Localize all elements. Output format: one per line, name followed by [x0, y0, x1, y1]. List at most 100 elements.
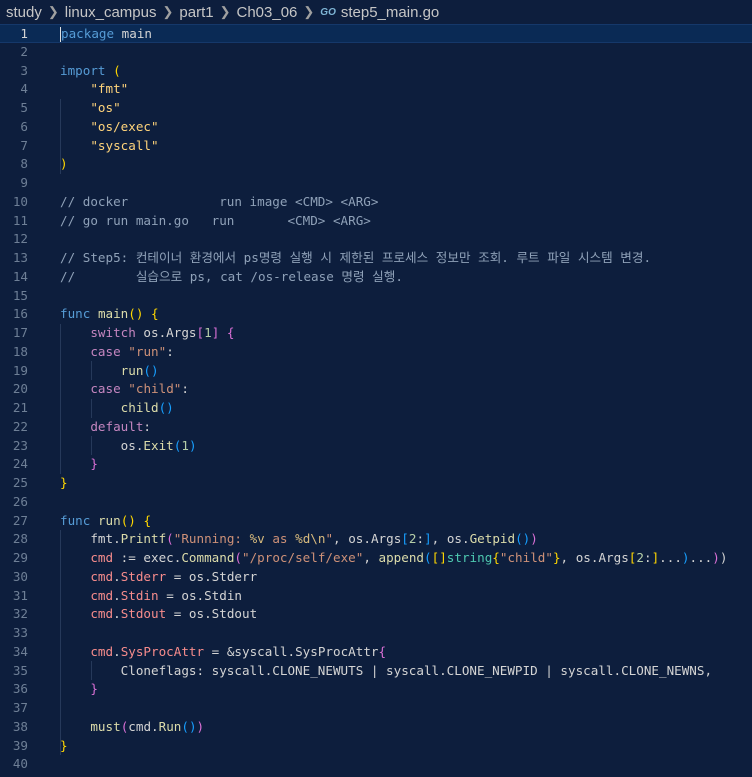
code-line[interactable]: 14 // 실습으로 ps, cat /os-release 명령 실행.: [0, 268, 752, 287]
breadcrumb-item-ch03-06[interactable]: Ch03_06: [237, 4, 298, 21]
code-token: :: [643, 550, 652, 565]
code-text: os.Exit(1): [60, 437, 197, 456]
code-token: Stdin: [120, 587, 159, 603]
code-line[interactable]: 28 fmt.Printf("Running: %v as %d\n", os.…: [0, 530, 752, 549]
code-text: import (: [60, 62, 121, 81]
code-line[interactable]: 10 // docker run image <CMD> <ARG>: [0, 193, 752, 212]
code-line[interactable]: 21 child(): [0, 399, 752, 418]
code-token: {: [143, 512, 152, 528]
code-token: child: [120, 400, 159, 415]
code-token: main: [114, 26, 152, 41]
code-text: "os": [60, 99, 121, 118]
code-line[interactable]: 11 // go run main.go run <CMD> <ARG>: [0, 212, 752, 231]
code-token: "child": [499, 550, 553, 565]
code-text: "os/exec": [60, 118, 158, 137]
code-line[interactable]: 39}: [0, 737, 752, 756]
code-token: = os.Stdin: [158, 587, 243, 603]
code-token: ): [60, 156, 68, 172]
code-token: ): [719, 550, 728, 565]
code-line[interactable]: 6 "os/exec": [0, 118, 752, 137]
code-line[interactable]: 40: [0, 755, 752, 774]
code-token: "fmt": [90, 81, 129, 97]
breadcrumb-file[interactable]: step5_main.go: [341, 4, 439, 21]
code-token: cmd: [90, 568, 114, 584]
code-token: := exec.: [113, 550, 182, 565]
code-token: ]: [424, 531, 432, 547]
code-line[interactable]: 5 "os": [0, 99, 752, 118]
breadcrumb-item-study[interactable]: study: [6, 4, 42, 21]
code-token: (: [424, 550, 432, 565]
code-line[interactable]: 3 import (: [0, 62, 752, 81]
code-line[interactable]: 38 must(cmd.Run()): [0, 718, 752, 737]
code-token: "run": [128, 343, 167, 359]
code-token: cmd.: [128, 718, 159, 734]
line-number: 9: [20, 175, 28, 190]
code-token: (): [120, 512, 136, 528]
code-token: (: [234, 550, 243, 565]
breadcrumb-item-part1[interactable]: part1: [179, 4, 213, 21]
code-text: // Step5: 컨테이너 환경에서 ps명령 실행 시 제한된 프로세스 정…: [60, 249, 651, 268]
code-token: }: [60, 737, 68, 753]
code-token: case: [90, 381, 121, 397]
code-token: = os.Stderr: [166, 568, 258, 584]
line-number: 35: [12, 662, 28, 678]
code-line[interactable]: 13 // Step5: 컨테이너 환경에서 ps명령 실행 시 제한된 프로세스…: [0, 249, 752, 268]
code-line[interactable]: 31 cmd.Stdin = os.Stdin: [0, 587, 752, 606]
line-number: 17: [12, 325, 28, 340]
code-line[interactable]: 29 cmd := exec.Command("/proc/self/exe",…: [0, 549, 752, 568]
code-line[interactable]: 8): [0, 155, 752, 174]
code-line[interactable]: 32 cmd.Stdout = os.Stdout: [0, 605, 752, 624]
line-number: 23: [12, 437, 28, 453]
code-token: run: [120, 362, 144, 378]
code-editor[interactable]: 1 package main 2 3 import (4 "fmt" 5 "os" 6 "o…: [0, 24, 752, 777]
code-line[interactable]: 2: [0, 43, 752, 62]
code-token: , os.Args: [333, 531, 402, 547]
code-token: .: [113, 606, 121, 622]
code-line[interactable]: 27 func run() {: [0, 512, 752, 531]
code-token: "Running:: [173, 531, 250, 547]
code-line[interactable]: 23 os.Exit(1): [0, 437, 752, 456]
code-line[interactable]: 33: [0, 624, 752, 643]
code-token: 1: [181, 437, 189, 453]
code-token: {: [492, 550, 500, 565]
code-line[interactable]: 17 switch os.Args[1] {: [0, 324, 752, 343]
code-line[interactable]: 37: [0, 699, 752, 718]
code-token: "os": [90, 100, 121, 115]
code-token: (): [181, 718, 197, 734]
code-line[interactable]: 4 "fmt": [0, 80, 752, 99]
code-line[interactable]: 24 }: [0, 455, 752, 474]
code-line[interactable]: 12: [0, 230, 752, 249]
code-line[interactable]: 26: [0, 493, 752, 512]
code-line[interactable]: 22 default:: [0, 418, 752, 437]
breadcrumb-item-linux-campus[interactable]: linux_campus: [65, 4, 157, 21]
code-token: SysProcAttr: [120, 643, 205, 659]
code-line[interactable]: 19 run(): [0, 362, 752, 381]
code-line[interactable]: 1 package main: [0, 24, 752, 43]
code-line[interactable]: 36 }: [0, 680, 752, 699]
code-text: // docker run image <CMD> <ARG>: [60, 193, 378, 212]
code-token: {: [378, 643, 387, 659]
code-line[interactable]: 18 case "run":: [0, 343, 752, 362]
code-line[interactable]: 20 case "child":: [0, 380, 752, 399]
code-token: main: [97, 306, 129, 322]
code-line[interactable]: 7 "syscall": [0, 137, 752, 156]
code-token: package: [61, 26, 115, 41]
code-line[interactable]: 34 cmd.SysProcAttr = &syscall.SysProcAtt…: [0, 643, 752, 662]
code-line[interactable]: 30 cmd.Stderr = os.Stderr: [0, 568, 752, 587]
code-line[interactable]: 16 func main() {: [0, 305, 752, 324]
code-token: [: [401, 531, 409, 547]
code-token: ,: [363, 550, 379, 565]
code-line[interactable]: 25}: [0, 474, 752, 493]
code-token: os.Args: [135, 325, 197, 340]
code-line[interactable]: 35 Cloneflags: syscall.CLONE_NEWUTS | sy…: [0, 662, 752, 681]
line-number: 12: [12, 231, 28, 247]
code-token: "child": [128, 381, 182, 397]
code-line[interactable]: 9: [0, 174, 752, 193]
line-number: 27: [12, 512, 28, 528]
code-line[interactable]: 15: [0, 287, 752, 306]
chevron-right-icon: ❯: [219, 4, 231, 19]
